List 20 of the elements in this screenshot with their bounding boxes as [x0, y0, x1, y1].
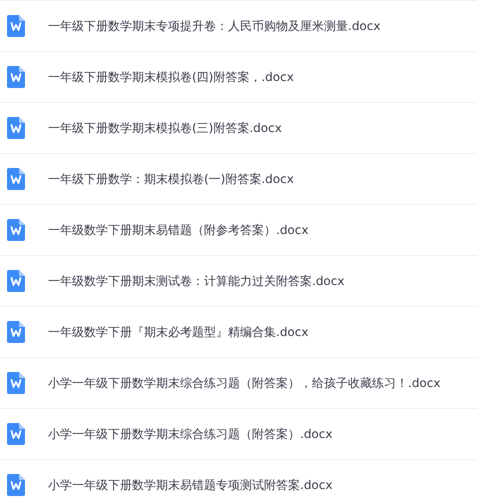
file-name-link[interactable]: 一年级下册数学：期末模拟卷(一)附答案.docx [48, 170, 294, 188]
file-name-link[interactable]: 一年级下册数学期末模拟卷(三)附答案.docx [48, 120, 282, 136]
file-name-link[interactable]: 一年级下册数学期末模拟卷(四)附答案，.docx [48, 68, 294, 86]
word-document-icon [7, 423, 25, 445]
file-name-link[interactable]: 小学一年级下册数学期末综合练习题（附答案）.docx [48, 426, 332, 442]
file-name-link[interactable]: 小学一年级下册数学期末综合练习题（附答案），给孩子收藏练习！.docx [48, 374, 440, 392]
word-document-icon [7, 168, 25, 190]
word-document-icon [7, 66, 25, 88]
word-document-icon [7, 117, 25, 139]
file-name-link[interactable]: 小学一年级下册数学期末易错题专项测试附答案.docx [48, 476, 332, 494]
word-document-icon [7, 219, 25, 241]
word-document-icon [7, 270, 25, 292]
word-document-icon [7, 15, 25, 37]
word-document-icon [7, 474, 25, 496]
file-name-link[interactable]: 一年级数学下册期末测试卷：计算能力过关附答案.docx [48, 272, 344, 290]
file-name-link[interactable]: 一年级下册数学期末专项提升卷：人民币购物及厘米测量.docx [48, 18, 380, 34]
file-name-link[interactable]: 一年级数学下册『期末必考题型』精编合集.docx [48, 324, 308, 340]
file-name-link[interactable]: 一年级数学下册期末易错题（附参考答案）.docx [48, 222, 308, 238]
word-document-icon [7, 372, 25, 394]
word-document-icon [7, 321, 25, 343]
